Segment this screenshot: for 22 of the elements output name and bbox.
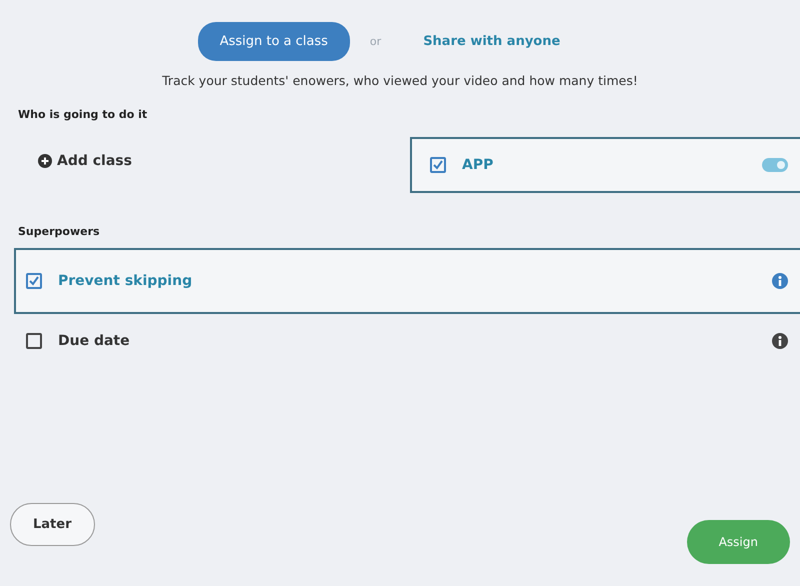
superpower-label: Due date xyxy=(58,333,130,349)
section-heading: Who is going to do it xyxy=(17,108,148,121)
superpower-label: Prevent skipping xyxy=(58,273,192,289)
superpower-row[interactable]: Due date xyxy=(14,320,800,362)
info-icon[interactable] xyxy=(772,333,788,349)
section-heading: Superpowers xyxy=(17,225,101,238)
later-button[interactable]: Later xyxy=(10,503,94,546)
info-icon[interactable] xyxy=(772,273,788,289)
plus-circle-icon xyxy=(38,154,52,168)
checkbox[interactable] xyxy=(26,333,42,349)
mode-tab[interactable]: Share with anyone xyxy=(401,22,582,61)
add-class-link[interactable]: Add class xyxy=(38,153,132,169)
assign-button[interactable]: Assign xyxy=(686,520,790,564)
class-card[interactable]: APP xyxy=(410,137,800,193)
subtitle: Track your students' enowers, who viewed your video and how many times! xyxy=(161,73,639,88)
checkbox[interactable] xyxy=(430,157,446,173)
mode-tab[interactable]: Assign to a class xyxy=(198,22,350,61)
superpower-row[interactable]: Prevent skipping xyxy=(14,248,800,314)
toggle-pill-icon xyxy=(762,158,788,172)
class-name: APP xyxy=(462,157,494,173)
checkbox[interactable] xyxy=(26,273,42,289)
or-separator: or xyxy=(370,35,382,48)
